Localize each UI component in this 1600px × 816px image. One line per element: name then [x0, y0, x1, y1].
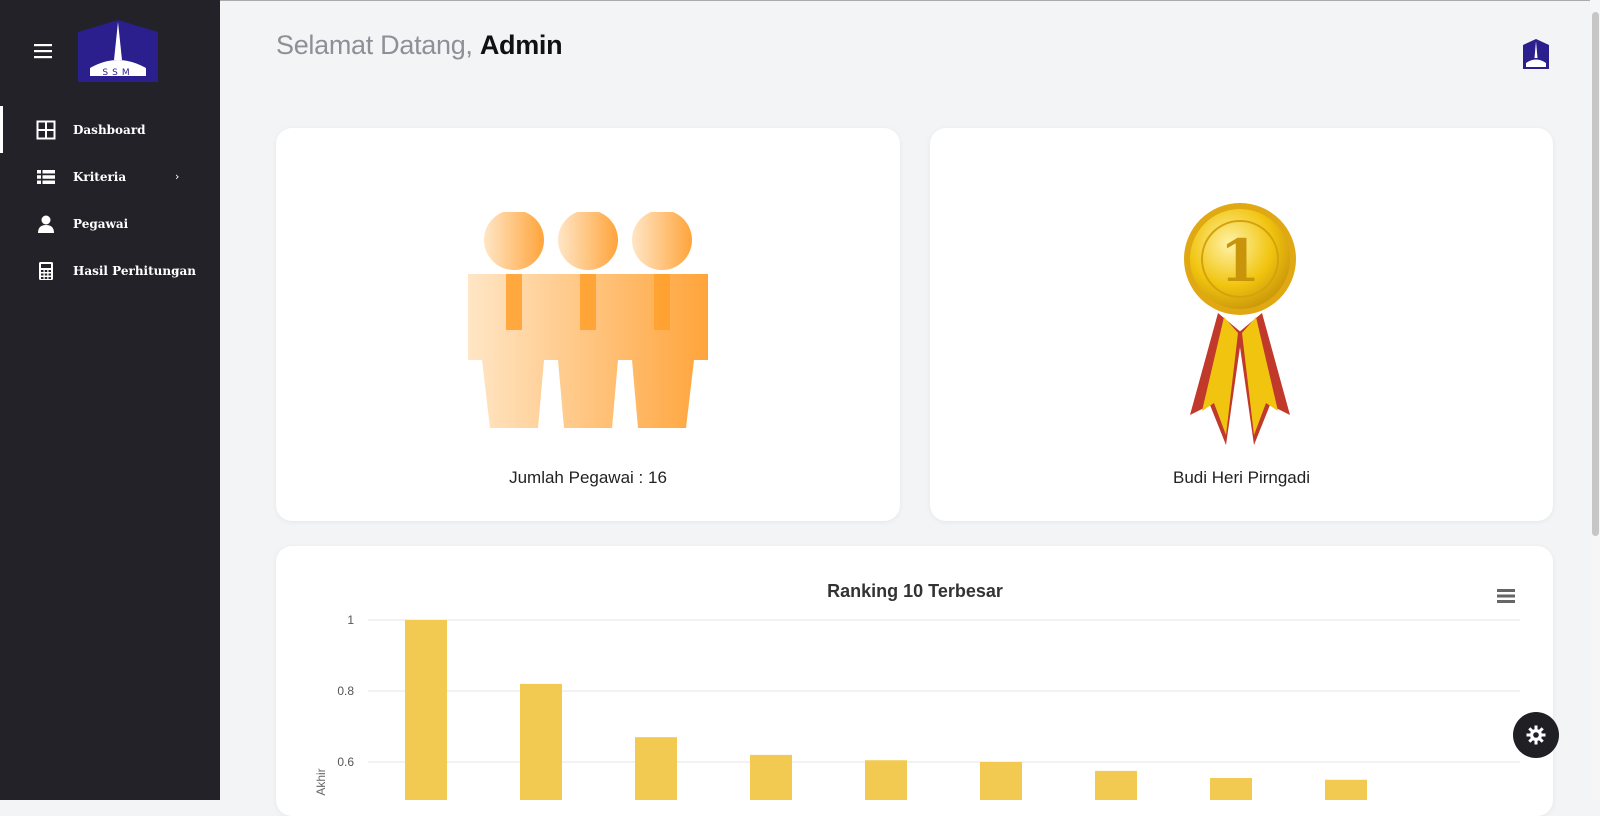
chart-bar[interactable]: [1325, 779, 1367, 800]
gear-icon: [1526, 725, 1546, 745]
y-axis-label: Akhir: [314, 768, 328, 795]
chart-bar[interactable]: [635, 737, 677, 800]
scrollbar-thumb[interactable]: [1592, 12, 1599, 536]
chart-bar[interactable]: [405, 620, 447, 800]
y-tick-label: 0.6: [337, 755, 354, 769]
page-scrollbar[interactable]: [1590, 0, 1600, 800]
ranking-bar-chart: Ranking 10 Terbesar Akhir 1 0.8 0.6: [314, 581, 1520, 800]
settings-gear-button[interactable]: [1513, 712, 1559, 758]
chart-menu-icon[interactable]: [1497, 588, 1515, 604]
chart-bar[interactable]: [865, 760, 907, 800]
y-tick-label: 0.8: [337, 684, 354, 698]
chart-bar[interactable]: [1210, 777, 1252, 800]
chart-bar[interactable]: [520, 683, 562, 800]
y-tick-label: 1: [347, 613, 354, 627]
chart-bar[interactable]: [1095, 770, 1137, 800]
chart-bar[interactable]: [980, 762, 1022, 800]
chart-title: Ranking 10 Terbesar: [827, 581, 1003, 601]
chart-bar[interactable]: [750, 754, 792, 800]
